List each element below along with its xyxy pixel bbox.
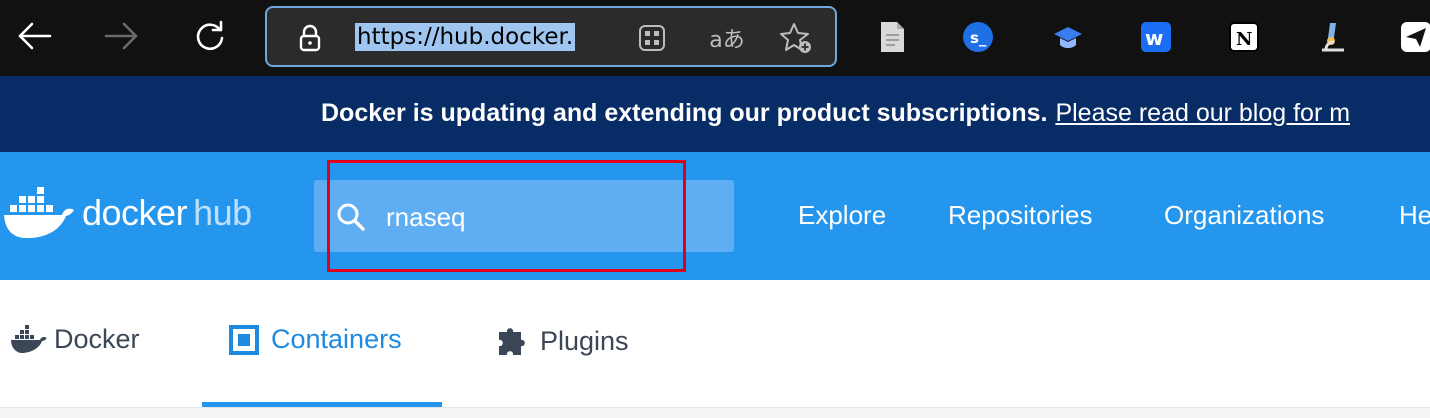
lock-icon[interactable] — [293, 21, 327, 55]
microscope-icon[interactable] — [1316, 20, 1348, 54]
search-icon — [337, 203, 365, 231]
graduation-cap-icon[interactable] — [1052, 20, 1084, 54]
nav-explore[interactable]: Explore — [798, 200, 886, 231]
tab-plugins[interactable]: Plugins — [496, 324, 629, 358]
logo-hub-text: hub — [193, 192, 252, 233]
translate-icon[interactable]: aあ — [705, 21, 749, 55]
notion-icon[interactable]: N — [1228, 20, 1260, 54]
logo-wordmark: docker hub — [82, 192, 252, 234]
tab-docker[interactable]: Docker — [10, 324, 140, 355]
nav-organizations[interactable]: Organizations — [1164, 200, 1324, 231]
send-icon[interactable] — [1400, 20, 1430, 54]
whale-icon — [11, 324, 47, 353]
address-bar[interactable]: https://hub.docker. aあ — [265, 6, 837, 67]
app-grid-icon[interactable] — [635, 21, 669, 55]
announcement-banner: Docker is updating and extending our pro… — [0, 76, 1430, 152]
forward-button[interactable] — [100, 14, 144, 58]
forward-arrow-icon — [104, 22, 138, 50]
svg-text:w: w — [1145, 26, 1163, 50]
refresh-icon — [196, 20, 224, 51]
translate-glyph: aあ — [709, 28, 745, 53]
back-arrow-icon — [18, 22, 52, 50]
search-box[interactable] — [314, 180, 734, 252]
category-tabs: Docker Containers Plugins — [0, 280, 1430, 418]
puzzle-icon — [499, 328, 525, 355]
document-icon[interactable] — [876, 20, 908, 54]
s-badge-icon[interactable]: s_ — [962, 20, 994, 54]
nav-help[interactable]: He — [1399, 200, 1430, 231]
banner-link[interactable]: Please read our blog for m — [1055, 99, 1350, 127]
tabs-divider — [0, 407, 1430, 418]
add-favorite-icon[interactable] — [779, 21, 813, 55]
tab-containers-label: Containers — [271, 324, 402, 354]
svg-text:s_: s_ — [970, 29, 987, 47]
svg-text:N: N — [1236, 29, 1252, 50]
search-input[interactable] — [386, 200, 706, 234]
browser-toolbar: https://hub.docker. aあ s_ w N — [0, 0, 1430, 76]
tab-containers[interactable]: Containers — [229, 324, 402, 355]
tab-docker-label: Docker — [54, 324, 140, 354]
hub-header: dockerhub Explore Repositories Organizat… — [0, 152, 1430, 280]
docker-hub-logo[interactable]: docker hub — [2, 185, 252, 241]
refresh-button[interactable] — [188, 14, 232, 58]
tab-plugins-label: Plugins — [540, 325, 629, 356]
back-button[interactable] — [12, 14, 56, 58]
docker-whale-logo-icon — [4, 187, 74, 239]
w-app-icon[interactable]: w — [1140, 20, 1172, 54]
logo-docker-text: docker — [82, 192, 188, 233]
container-icon — [229, 324, 259, 355]
banner-text: Docker is updating and extending our pro… — [321, 99, 1048, 127]
nav-repositories[interactable]: Repositories — [948, 200, 1093, 231]
url-text[interactable]: https://hub.docker. — [355, 23, 576, 51]
